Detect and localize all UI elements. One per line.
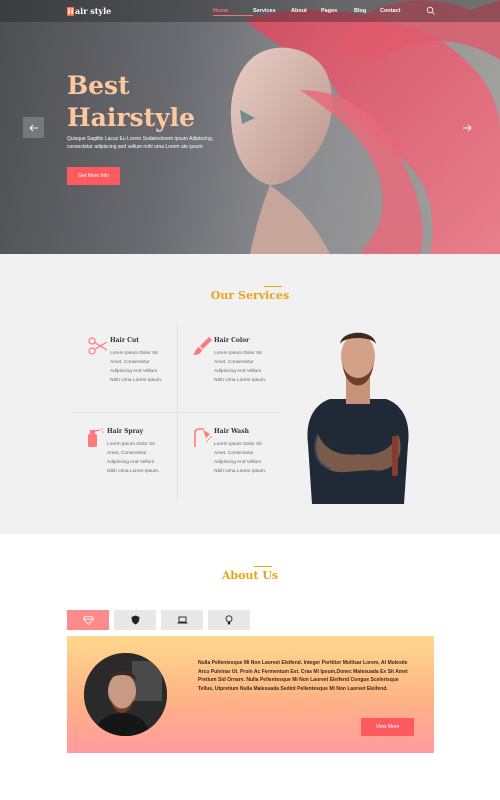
laptop-icon <box>177 616 187 624</box>
view-more-button[interactable]: View More <box>361 718 414 736</box>
logo-mark: H <box>67 6 74 16</box>
diamond-icon <box>82 615 94 625</box>
slider-next-button[interactable] <box>456 117 477 138</box>
service-name: Hair Color <box>214 337 250 344</box>
shield-icon <box>131 615 139 625</box>
about-description: Nulla Pellentesque Mi Non Laoreet Eleife… <box>198 660 408 692</box>
scissors-icon <box>88 337 108 355</box>
service-description: Lorem Ipsum Dolor Sit Amet, Consectetur … <box>107 442 160 474</box>
service-description: Lorem Ipsum Dolor Sit Amet, Consectetur … <box>214 442 267 474</box>
about-title: About Us <box>221 569 279 582</box>
tab-lightbulb[interactable] <box>208 610 250 630</box>
hero-title-line1: Best <box>67 71 130 100</box>
logo-text: air style <box>75 6 112 16</box>
hero-title-line2: Hairstyle <box>67 103 196 132</box>
arrow-left-icon <box>28 124 38 131</box>
tab-shield[interactable] <box>114 610 156 630</box>
slider-prev-button[interactable] <box>23 117 44 138</box>
service-name: Hair Spray <box>107 428 144 435</box>
brush-icon <box>193 337 212 355</box>
get-more-info-button[interactable]: Get More Info <box>67 167 120 185</box>
search-icon[interactable] <box>426 6 436 16</box>
about-title-line <box>254 566 272 567</box>
arrow-right-icon <box>462 124 472 131</box>
hero-title: Best Hairstyle <box>67 70 195 134</box>
about-tabs <box>67 610 255 630</box>
main-nav: Home Services About Pages Blog Contact <box>213 8 400 16</box>
shower-icon <box>194 428 212 447</box>
nav-item-contact[interactable]: Contact <box>380 8 400 16</box>
nav-item-about[interactable]: About <box>291 8 321 16</box>
services-title-rest: Services <box>234 289 290 302</box>
services-title-our: Our <box>210 289 235 302</box>
nav-item-home[interactable]: Home <box>213 8 253 16</box>
service-description: Lorem Ipsum Dolor Sit Amet, Consectetur … <box>214 351 267 383</box>
tab-diamond[interactable] <box>67 610 109 630</box>
barber-image <box>307 332 409 504</box>
service-name: Hair Wash <box>214 428 249 435</box>
spray-icon <box>88 428 104 447</box>
nav-item-pages[interactable]: Pages <box>321 8 354 16</box>
services-title: Our Services <box>0 289 500 302</box>
hero-description: Quisque Sagittis Lacus Eu Lorem Sodalesl… <box>67 136 214 150</box>
site-logo[interactable]: H air style <box>67 6 111 16</box>
nav-item-services[interactable]: Services <box>253 8 291 16</box>
service-name: Hair Cut <box>110 337 139 344</box>
nav-item-blog[interactable]: Blog <box>354 8 380 16</box>
hero-banner: H air style Home Services About Pages Bl… <box>0 0 500 254</box>
about-barber-photo <box>84 653 167 736</box>
services-title-line <box>264 286 282 287</box>
services-divider-horizontal <box>70 412 280 413</box>
service-description: Lorem Ipsum Dolor Sit Amet, Consectetur … <box>110 351 163 383</box>
lightbulb-icon <box>225 615 233 625</box>
tab-laptop[interactable] <box>161 610 203 630</box>
